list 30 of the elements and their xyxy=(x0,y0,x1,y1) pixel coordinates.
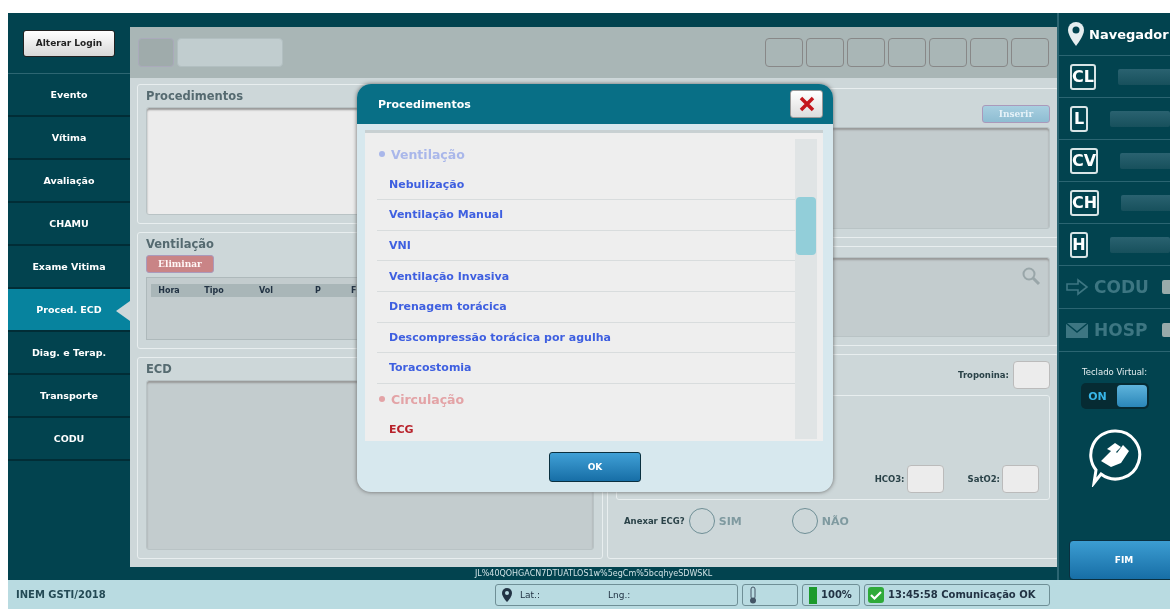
panel-title: Ventilação xyxy=(146,237,214,251)
keyboard-label: Teclado Virtual: xyxy=(1081,367,1148,377)
group-label: Circulação xyxy=(391,391,465,407)
navigator-title: Navegador xyxy=(1089,26,1169,42)
field-label: Troponina: xyxy=(958,370,1009,380)
column-header: Vol xyxy=(258,285,274,297)
panel-title: ECD xyxy=(146,362,172,376)
channel-label: L xyxy=(1070,105,1088,132)
column-header: Hora xyxy=(157,285,181,297)
option-label: SIM xyxy=(718,514,742,528)
panel-title: Procedimentos xyxy=(146,89,243,103)
field-label: HCO3: xyxy=(874,474,905,484)
field-label: Anexar ECG? xyxy=(624,516,685,526)
connection-status: 13:45:58 Comunicação OK xyxy=(888,589,1036,600)
channel-label: CH xyxy=(1070,189,1100,216)
organization-label: INEM GSTI/2018 xyxy=(16,589,107,600)
channel-label: CL xyxy=(1070,63,1096,90)
latitude-label: Lat.: xyxy=(520,589,540,600)
column-header: Tipo xyxy=(203,285,225,297)
session-code: JL%40QOHGACN7DTUATLOS1w%5egCm%5bcqhyeSDWSKL xyxy=(474,568,713,580)
battery-level: 100% xyxy=(821,589,852,600)
longitude-label: Lng.: xyxy=(607,589,631,600)
channel-label: CV xyxy=(1070,147,1099,174)
group-label: Ventilação xyxy=(391,146,465,162)
field-label: SatO2: xyxy=(967,474,1000,484)
column-header: F xyxy=(350,285,358,297)
column-header: P xyxy=(314,285,322,297)
dialog-title: Procedimentos xyxy=(378,97,471,111)
option-label: NÃO xyxy=(821,514,849,528)
channel-label: H xyxy=(1070,231,1088,258)
